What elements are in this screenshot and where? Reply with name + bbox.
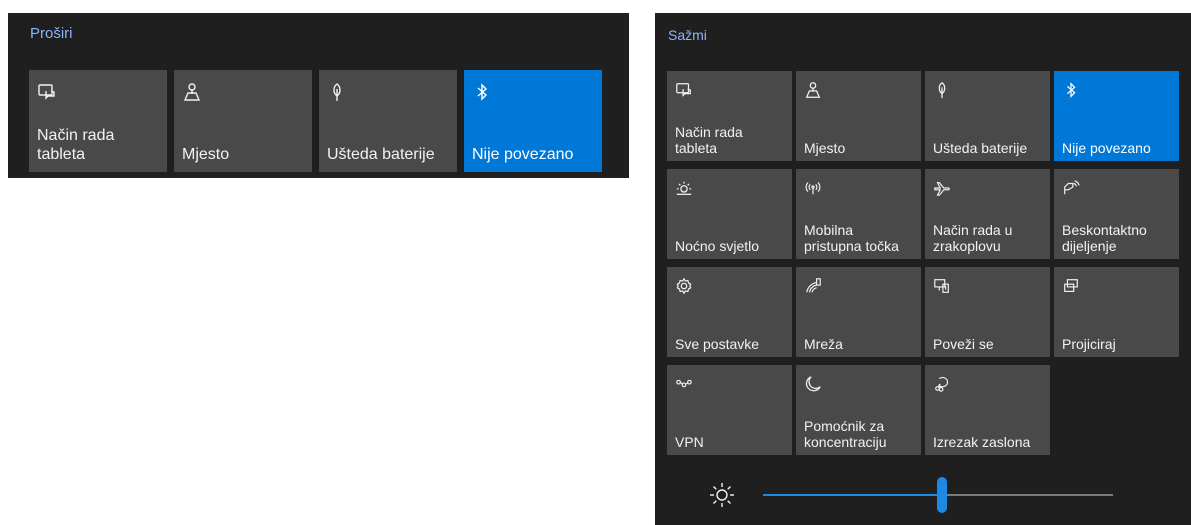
quick-action-tile[interactable]: VPN — [667, 365, 792, 455]
quick-action-tile[interactable]: Mjesto — [796, 71, 921, 161]
network-icon — [804, 277, 822, 295]
brightness-sun-icon — [708, 481, 736, 509]
action-center-collapsed: Proširi Način rada tableta Mjesto Ušteda b… — [8, 13, 629, 178]
brightness-slider[interactable] — [655, 475, 1191, 515]
bluetooth-icon — [1062, 81, 1080, 99]
quick-action-tile[interactable]: Ušteda baterije — [319, 70, 457, 172]
settings-gear-icon — [675, 277, 693, 295]
tile-label: Mjesto — [804, 139, 846, 156]
quick-action-tile[interactable]: Način rada tableta — [667, 71, 792, 161]
quick-action-tile[interactable]: Pomoćnik za koncentraciju — [796, 365, 921, 455]
tile-label: Nije povezano — [1062, 139, 1151, 156]
location-icon — [182, 82, 202, 102]
tile-label: Beskontaktno dijeljenje — [1062, 221, 1147, 254]
mobile-hotspot-icon — [804, 179, 822, 197]
tile-label: Način rada tableta — [675, 123, 743, 156]
tile-label: VPN — [675, 433, 704, 450]
collapse-link[interactable]: Sažmi — [668, 27, 707, 43]
tile-label: Sve postavke — [675, 335, 760, 352]
battery-saver-icon — [327, 82, 347, 102]
tile-label: Projiciraj — [1062, 335, 1116, 352]
action-center-expanded: Sažmi Način rada tableta Mjesto Ušteda bat… — [655, 13, 1191, 525]
focus-assist-moon-icon — [804, 375, 822, 393]
quick-action-tile[interactable]: Mobilna pristupna točka — [796, 169, 921, 259]
project-icon — [1062, 277, 1080, 295]
quick-action-tile[interactable]: Poveži se — [925, 267, 1050, 357]
brightness-thumb[interactable] — [936, 477, 947, 513]
tile-label: Način rada tableta — [37, 127, 115, 163]
tablet-mode-icon — [37, 82, 57, 102]
quick-action-tile[interactable]: Projiciraj — [1054, 267, 1179, 357]
tile-label: Način rada u zrakoplovu — [933, 221, 1013, 254]
quick-action-tile[interactable]: Ušteda baterije — [925, 71, 1050, 161]
quick-action-tile[interactable]: Izrezak zaslona — [925, 365, 1050, 455]
quick-action-tile[interactable]: Mreža — [796, 267, 921, 357]
location-icon — [804, 81, 822, 99]
battery-saver-icon — [933, 81, 951, 99]
quick-action-tile[interactable]: Nije povezano — [464, 70, 602, 172]
tablet-mode-icon — [675, 81, 693, 99]
quick-action-tile[interactable]: Način rada tableta — [29, 70, 167, 172]
tile-label: Poveži se — [933, 335, 994, 352]
vpn-icon — [675, 375, 693, 393]
tile-label: Noćno svjetlo — [675, 237, 760, 254]
tile-label: Mjesto — [182, 145, 230, 163]
quick-action-tile[interactable]: Način rada u zrakoplovu — [925, 169, 1050, 259]
tile-label: Ušteda baterije — [933, 139, 1028, 156]
brightness-track[interactable] — [763, 477, 1113, 513]
tile-label: Mobilna pristupna točka — [804, 221, 899, 254]
bluetooth-icon — [472, 82, 492, 102]
tile-label: Mreža — [804, 335, 843, 352]
quick-action-tile[interactable]: Noćno svjetlo — [667, 169, 792, 259]
quick-action-tile[interactable]: Beskontaktno dijeljenje — [1054, 169, 1179, 259]
night-light-icon — [675, 179, 693, 197]
expand-link[interactable]: Proširi — [30, 25, 73, 42]
tile-label: Izrezak zaslona — [933, 433, 1031, 450]
quick-action-tile[interactable]: Nije povezano — [1054, 71, 1179, 161]
quick-action-tile[interactable]: Mjesto — [174, 70, 312, 172]
tile-label: Nije povezano — [472, 145, 574, 163]
connect-icon — [933, 277, 951, 295]
nearby-sharing-icon — [1062, 179, 1080, 197]
brightness-fill — [763, 494, 942, 496]
screen-snip-icon — [933, 375, 951, 393]
tile-label: Pomoćnik za koncentraciju — [804, 417, 887, 450]
quick-action-tile[interactable]: Sve postavke — [667, 267, 792, 357]
tile-label: Ušteda baterije — [327, 145, 435, 163]
airplane-mode-icon — [933, 179, 951, 197]
